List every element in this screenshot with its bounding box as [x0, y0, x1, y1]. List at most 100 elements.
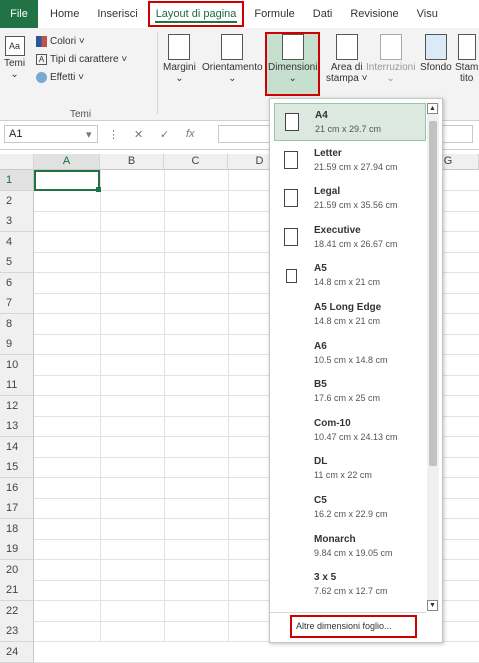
temi-button[interactable]: Aa Temi ⌄ [4, 36, 25, 80]
tab-visualizza[interactable]: Visu [408, 0, 447, 28]
effects-icon [36, 72, 47, 83]
paper-size-dims: 9.84 cm x 19.05 cm [314, 547, 393, 558]
orientamento-button[interactable]: Orientamento ⌄ [202, 34, 263, 84]
row-header-4[interactable]: 4 [0, 231, 34, 253]
column-header-a[interactable]: A [34, 154, 100, 170]
chevron-down-icon: ⌄ [386, 73, 395, 84]
margini-button[interactable]: Margini ⌄ [163, 34, 196, 84]
paper-size-item[interactable]: DL 11 cm x 22 cm [274, 450, 426, 488]
row-header-19[interactable]: 19 [0, 539, 34, 560]
cancel-icon[interactable]: ✕ [134, 128, 143, 141]
row-header-6[interactable]: 6 [0, 272, 34, 294]
grid-line [34, 661, 479, 663]
paper-size-dims: 7.62 cm x 12.7 cm [314, 586, 388, 597]
interruzioni-button[interactable]: Interruzioni ⌄ [366, 34, 415, 84]
page-size-icon [281, 34, 304, 60]
row-header-8[interactable]: 8 [0, 313, 34, 335]
paper-size-name: A4 [315, 110, 328, 121]
dimensioni-content: Dimensioni ⌄ [268, 34, 317, 84]
paper-size-name: C5 [314, 495, 327, 506]
row-header-17[interactable]: 17 [0, 498, 34, 519]
paper-size-item[interactable]: A6 10.5 cm x 14.8 cm [274, 335, 426, 373]
row-header-9[interactable]: 9 [0, 334, 34, 355]
stampa-titoli-button[interactable]: Stam tito [455, 34, 478, 84]
row-header-7[interactable]: 7 [0, 293, 34, 314]
colori-button[interactable]: Colori ˅ [36, 36, 85, 47]
paper-size-item[interactable]: A4 21 cm x 29.7 cm [274, 103, 426, 141]
row-header-2[interactable]: 2 [0, 190, 34, 212]
tab-revisione[interactable]: Revisione [341, 0, 407, 28]
page-icon [286, 269, 297, 284]
paper-size-dims: 18.41 cm x 26.67 cm [314, 238, 398, 249]
stampa-label: stampa ˅ [326, 73, 368, 84]
chevron-down-icon: ⌄ [175, 73, 184, 84]
row-header-3[interactable]: 3 [0, 211, 34, 232]
row-header-24[interactable]: 24 [0, 641, 34, 663]
area-stampa-button[interactable]: Area di stampa ˅ [326, 34, 367, 84]
confirm-icon[interactable]: ✓ [160, 128, 169, 141]
paper-size-dims: 10.5 cm x 14.8 cm [314, 354, 388, 365]
paper-size-item[interactable]: Letter 21.59 cm x 27.94 cm [274, 142, 426, 180]
paper-size-item[interactable]: Legal 21.59 cm x 35.56 cm [274, 180, 426, 218]
row-header-10[interactable]: 10 [0, 354, 34, 376]
row-header-12[interactable]: 12 [0, 395, 34, 417]
tab-layout-di-pagina[interactable]: Layout di pagina [147, 0, 246, 28]
row-header-5[interactable]: 5 [0, 252, 34, 273]
paper-size-name: Legal [314, 186, 341, 198]
paper-size-dims: 21.59 cm x 27.94 cm [314, 161, 398, 172]
row-header-1[interactable]: 1 [0, 170, 34, 191]
row-header-14[interactable]: 14 [0, 436, 34, 458]
paper-size-item[interactable]: Com-10 10.47 cm x 24.13 cm [274, 412, 426, 450]
row-header-21[interactable]: 21 [0, 580, 34, 601]
paper-size-dims: 10.47 cm x 24.13 cm [314, 431, 398, 442]
tab-home[interactable]: Home [38, 0, 88, 28]
paper-size-item[interactable]: 3 x 5 7.62 cm x 12.7 cm [274, 566, 426, 604]
row-header-11[interactable]: 11 [0, 375, 34, 396]
paper-size-name: A5 [314, 263, 327, 275]
tab-formule[interactable]: Formule [245, 0, 303, 28]
temi-label: Temi [4, 58, 26, 69]
tipi-carattere-button[interactable]: A Tipi di carattere ˅ [36, 54, 127, 65]
more-paper-sizes-button[interactable]: Altre dimensioni foglio... [290, 615, 417, 638]
chevron-down-icon[interactable]: ▾ [86, 128, 92, 141]
dimensioni-label: Dimensioni [268, 62, 318, 73]
row-header-18[interactable]: 18 [0, 518, 34, 540]
paper-size-name: Com-10 [314, 417, 351, 429]
row-header-16[interactable]: 16 [0, 477, 34, 499]
paper-size-item[interactable]: B5 17.6 cm x 25 cm [274, 373, 426, 411]
fx-icon[interactable]: fx [186, 128, 195, 140]
select-all-corner[interactable] [0, 154, 34, 170]
paper-size-name: 3 x 5 [314, 572, 337, 584]
row-header-20[interactable]: 20 [0, 559, 34, 581]
row-header-13[interactable]: 13 [0, 416, 34, 437]
tab-dati[interactable]: Dati [304, 0, 342, 28]
dropdown-scrollbar[interactable]: ▲ ▼ [427, 103, 439, 611]
sfondo-button[interactable]: Sfondo [420, 34, 452, 73]
print-area-icon [335, 34, 358, 60]
row-header-23[interactable]: 23 [0, 621, 34, 642]
paper-size-item[interactable]: C5 16.2 cm x 22.9 cm [274, 489, 426, 527]
effetti-button[interactable]: Effetti ˅ [36, 72, 84, 83]
active-tab-underline [154, 21, 238, 23]
row-header-15[interactable]: 15 [0, 457, 34, 478]
group-temi-label: Temi [70, 109, 92, 120]
tab-file[interactable]: File [0, 0, 38, 28]
row-header-22[interactable]: 22 [0, 600, 34, 622]
column-header-c[interactable]: C [164, 154, 228, 170]
name-box[interactable]: A1 [4, 125, 98, 143]
paper-size-name: DL [314, 456, 328, 468]
selected-cell-a1[interactable] [34, 170, 100, 191]
scroll-up-icon[interactable]: ▲ [427, 103, 438, 114]
fill-handle[interactable] [96, 187, 101, 192]
paper-size-item[interactable]: Monarch 9.84 cm x 19.05 cm [274, 528, 426, 566]
scroll-thumb[interactable] [429, 121, 437, 466]
paper-size-item[interactable]: A5 14.8 cm x 21 cm [274, 257, 426, 295]
paper-size-item[interactable]: A5 Long Edge 14.8 cm x 21 cm [274, 296, 426, 334]
paper-size-dims: 14.8 cm x 21 cm [314, 277, 381, 288]
dropdown-separator [270, 612, 426, 613]
scroll-down-icon[interactable]: ▼ [427, 600, 438, 611]
tipi-label: Tipi di carattere ˅ [50, 54, 128, 65]
column-header-b[interactable]: B [100, 154, 164, 170]
tab-inserisci[interactable]: Inserisci [88, 0, 146, 28]
paper-size-item[interactable]: Executive 18.41 cm x 26.67 cm [274, 219, 426, 257]
